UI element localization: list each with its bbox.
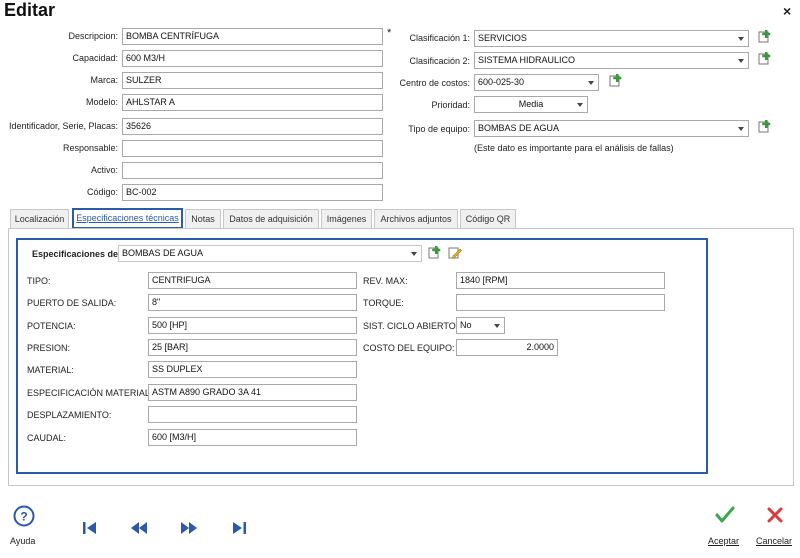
specs-type-value: BOMBAS DE AGUA: [122, 248, 204, 258]
prioridad-select[interactable]: Media: [474, 96, 588, 113]
cancel-icon[interactable]: [766, 506, 784, 524]
spec-costo-field[interactable]: 2.0000: [456, 339, 558, 356]
spec-torque-field[interactable]: [456, 294, 665, 311]
spec-desplazamiento-label: DESPLAZAMIENTO:: [27, 410, 112, 420]
clasificacion2-value: SISTEMA HIDRAULICO: [478, 55, 576, 65]
chevron-down-icon: [411, 252, 417, 256]
clasificacion1-label: Clasificación 1:: [409, 33, 470, 43]
centro-costos-value: 600-025-30: [478, 77, 525, 87]
spec-presion-label: PRESION:: [27, 343, 71, 353]
spec-torque-label: TORQUE:: [363, 298, 404, 308]
next-record-icon[interactable]: [179, 520, 199, 536]
add-spec-icon[interactable]: [428, 246, 442, 260]
specs-header-label: Especificaciones de:: [32, 249, 122, 259]
tab-archivos-adjuntos[interactable]: Archivos adjuntos: [374, 209, 458, 229]
prioridad-label: Prioridad:: [431, 100, 470, 110]
capacidad-field[interactable]: 600 M3/H: [122, 50, 383, 67]
chevron-down-icon: [494, 324, 500, 328]
spec-ciclo-abierto-label: SIST. CICLO ABIERTO:: [363, 321, 459, 331]
tipo-equipo-value: BOMBAS DE AGUA: [478, 123, 560, 133]
spec-material-label: MATERIAL:: [27, 365, 74, 375]
specs-type-select[interactable]: BOMBAS DE AGUA: [118, 245, 422, 262]
spec-presion-field[interactable]: 25 [BAR]: [148, 339, 357, 356]
descripcion-label: Descripcion:: [68, 31, 118, 41]
chevron-down-icon: [738, 127, 744, 131]
centro-costos-label: Centro de costos:: [399, 78, 470, 88]
spec-costo-label: COSTO DEL EQUIPO:: [363, 343, 455, 353]
spec-especificacion-material-label: ESPECIFICACIÓN MATERIAL:: [27, 388, 153, 398]
chevron-down-icon: [588, 81, 594, 85]
last-record-icon[interactable]: [229, 520, 249, 536]
modelo-label: Modelo:: [85, 97, 118, 107]
spec-rev-max-field[interactable]: 1840 [RPM]: [456, 272, 665, 289]
spec-desplazamiento-field[interactable]: [148, 406, 357, 423]
close-icon[interactable]: ×: [783, 4, 791, 18]
tab-especificaciones[interactable]: Especificaciones técnicas: [72, 208, 183, 229]
tab-notas[interactable]: Notas: [185, 209, 221, 229]
tipo-equipo-note: (Este dato es importante para el análisi…: [474, 143, 674, 153]
add-tipo-equipo-icon[interactable]: [758, 120, 772, 134]
responsable-label: Responsable:: [62, 143, 118, 153]
tipo-equipo-select[interactable]: BOMBAS DE AGUA: [474, 120, 749, 137]
descripcion-field[interactable]: BOMBA CENTRÍFUGA: [122, 28, 383, 45]
identificador-label: Identificador, Serie, Placas:: [8, 121, 118, 131]
marca-field[interactable]: SULZER: [122, 72, 383, 89]
spec-puerto-field[interactable]: 8": [148, 294, 357, 311]
codigo-label: Código:: [86, 187, 118, 197]
add-clasificacion1-icon[interactable]: [758, 30, 772, 44]
clasificacion2-label: Clasificación 2:: [409, 56, 470, 66]
edit-spec-icon[interactable]: [448, 246, 462, 260]
add-clasificacion2-icon[interactable]: [758, 52, 772, 66]
clasificacion1-value: SERVICIOS: [478, 33, 527, 43]
spec-tipo-label: TIPO:: [27, 276, 51, 286]
identificador-field[interactable]: 35626: [122, 118, 383, 135]
cancelar-button[interactable]: Cancelar: [756, 536, 792, 546]
centro-costos-select[interactable]: 600-025-30: [474, 74, 599, 91]
svg-text:?: ?: [20, 510, 27, 524]
clasificacion2-select[interactable]: SISTEMA HIDRAULICO: [474, 52, 749, 69]
chevron-down-icon: [738, 37, 744, 41]
spec-material-field[interactable]: SS DUPLEX: [148, 361, 357, 378]
clasificacion1-select[interactable]: SERVICIOS: [474, 30, 749, 47]
responsable-field[interactable]: [122, 140, 383, 157]
modelo-field[interactable]: AHLSTAR A: [122, 94, 383, 111]
tab-localizacion[interactable]: Localización: [10, 209, 69, 229]
capacidad-label: Capacidad:: [72, 53, 118, 63]
tipo-equipo-label: Tipo de equipo:: [408, 124, 470, 134]
spec-puerto-label: PUERTO DE SALIDA:: [27, 298, 117, 308]
spec-tipo-field[interactable]: CENTRIFUGA: [148, 272, 357, 289]
codigo-field[interactable]: BC-002: [122, 184, 383, 201]
tab-codigo-qr[interactable]: Código QR: [460, 209, 516, 229]
activo-field[interactable]: [122, 162, 383, 179]
first-record-icon[interactable]: [80, 520, 100, 536]
ayuda-label[interactable]: Ayuda: [10, 536, 35, 546]
spec-ciclo-abierto-value: No: [460, 320, 472, 330]
help-icon[interactable]: ?: [13, 505, 35, 527]
add-centro-costos-icon[interactable]: [609, 74, 623, 88]
spec-caudal-field[interactable]: 600 [M3/H]: [148, 429, 357, 446]
spec-potencia-field[interactable]: 500 [HP]: [148, 317, 357, 334]
previous-record-icon[interactable]: [129, 520, 149, 536]
aceptar-button[interactable]: Aceptar: [708, 536, 739, 546]
tab-imagenes[interactable]: Imágenes: [321, 209, 372, 229]
spec-rev-max-label: REV. MAX:: [363, 276, 408, 286]
spec-caudal-label: CAUDAL:: [27, 433, 67, 443]
spec-especificacion-material-field[interactable]: ASTM A890 GRADO 3A 41: [148, 384, 357, 401]
activo-label: Activo:: [90, 165, 118, 175]
spec-ciclo-abierto-select[interactable]: No: [456, 317, 505, 334]
window-title: Editar: [4, 0, 56, 20]
spec-potencia-label: POTENCIA:: [27, 321, 76, 331]
marca-label: Marca:: [90, 75, 118, 85]
chevron-down-icon: [738, 59, 744, 63]
prioridad-value: Media: [518, 99, 544, 109]
accept-icon[interactable]: [715, 506, 735, 524]
chevron-down-icon: [577, 103, 583, 107]
tab-datos-adquisicion[interactable]: Datos de adquisición: [223, 209, 319, 229]
